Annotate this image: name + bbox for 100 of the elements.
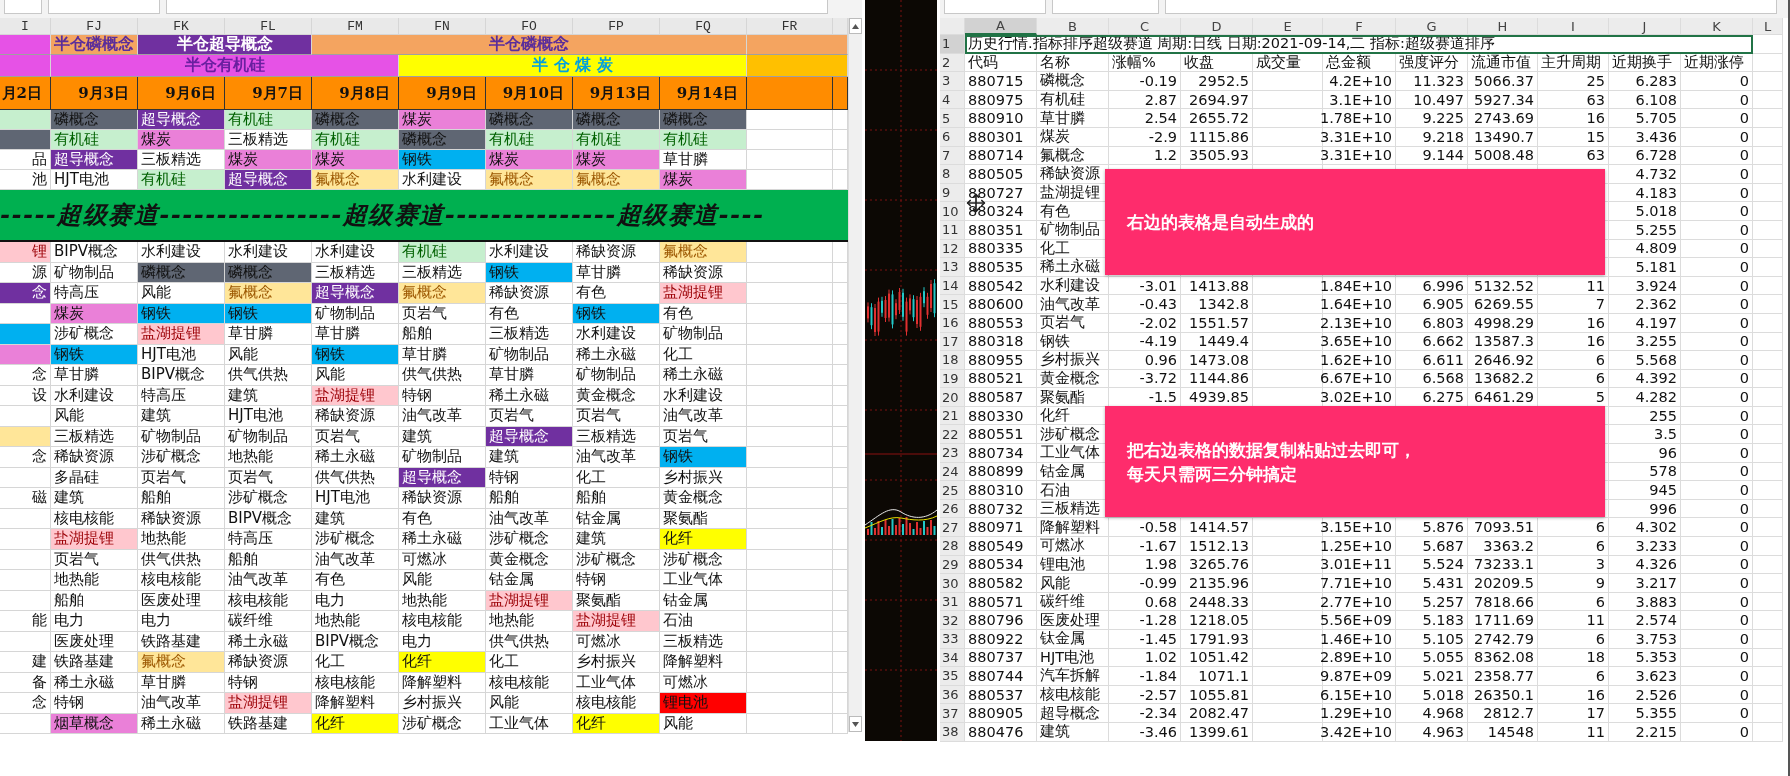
column-header[interactable]: F bbox=[1323, 18, 1396, 35]
table-cell: 5.257 bbox=[1396, 592, 1468, 612]
table-cell bbox=[1253, 574, 1323, 593]
table-cell: 2358.77 bbox=[1468, 667, 1538, 686]
table-cell bbox=[1753, 313, 1783, 333]
table-cell: 3.924 bbox=[1609, 276, 1681, 296]
column-header[interactable]: L bbox=[1753, 18, 1783, 35]
table-cell: 2.526 bbox=[1609, 685, 1681, 705]
table-cell bbox=[833, 77, 848, 110]
table-cell: 6.803 bbox=[1396, 313, 1468, 333]
table-cell: 乡村振兴 bbox=[573, 652, 660, 673]
column-header[interactable]: A bbox=[965, 18, 1037, 35]
table-cell: 2742.79 bbox=[1468, 630, 1538, 649]
column-header[interactable]: FO bbox=[486, 18, 573, 35]
table-cell: 特高压 bbox=[225, 529, 312, 550]
row-number: 5 bbox=[940, 109, 965, 128]
table-cell: 核电核能 bbox=[1037, 685, 1109, 705]
date-header-cell: 9月8日 bbox=[312, 77, 399, 110]
column-header[interactable]: FK bbox=[138, 18, 225, 35]
table-cell: 13490.7 bbox=[1468, 127, 1538, 147]
column-header[interactable]: FJ bbox=[51, 18, 138, 35]
table-cell: 5008.48 bbox=[1468, 146, 1538, 166]
column-header[interactable]: FL bbox=[225, 18, 312, 35]
table-cell bbox=[1753, 220, 1783, 240]
table-cell: -1.84 bbox=[1109, 667, 1181, 686]
column-header[interactable]: B bbox=[1037, 18, 1109, 35]
table-cell: 880737 bbox=[965, 648, 1037, 668]
table-cell: 核电核能 bbox=[138, 570, 225, 591]
table-cell: 核电核能 bbox=[486, 672, 573, 693]
table-cell: 5.183 bbox=[1396, 611, 1468, 630]
table-cell bbox=[0, 529, 51, 550]
table-cell: BIPV概念 bbox=[312, 631, 399, 652]
table-cell bbox=[1253, 667, 1323, 686]
scroll-down-button[interactable] bbox=[849, 716, 862, 732]
table-cell: 煤炭 bbox=[312, 150, 399, 170]
table-cell bbox=[0, 467, 51, 488]
table-cell: 6 bbox=[1538, 351, 1609, 370]
select-all-corner[interactable] bbox=[940, 18, 965, 35]
column-header[interactable]: H bbox=[1468, 18, 1538, 35]
table-cell: -0.43 bbox=[1109, 295, 1181, 314]
table-cell: 6.996 bbox=[1396, 276, 1468, 296]
column-header[interactable]: D bbox=[1181, 18, 1253, 35]
column-header[interactable]: K bbox=[1681, 18, 1753, 35]
table-cell: 超导概念 bbox=[486, 426, 573, 447]
table-cell: 2646.92 bbox=[1468, 351, 1538, 370]
table-cell: 降解塑料 bbox=[312, 693, 399, 714]
table-cell: 4.302 bbox=[1609, 518, 1681, 538]
vertical-scrollbar[interactable] bbox=[848, 18, 862, 732]
column-header[interactable]: FN bbox=[399, 18, 486, 35]
table-cell bbox=[833, 110, 848, 130]
formula-bar-field[interactable] bbox=[166, 0, 828, 14]
table-cell: 5.021 bbox=[1396, 667, 1468, 686]
table-cell bbox=[1253, 127, 1323, 147]
table-cell: 5.876 bbox=[1396, 518, 1468, 538]
name-box-field[interactable] bbox=[4, 0, 42, 14]
column-header[interactable]: I bbox=[1538, 18, 1609, 35]
column-header[interactable]: E bbox=[1253, 18, 1323, 35]
table-cell: 特钢 bbox=[573, 570, 660, 591]
name-box-field[interactable] bbox=[944, 0, 1046, 14]
toolbar-field[interactable] bbox=[1052, 0, 1159, 14]
table-cell: 1051.42 bbox=[1181, 648, 1253, 668]
table-cell bbox=[1753, 53, 1783, 73]
table-cell bbox=[833, 365, 848, 386]
row-number: 1 bbox=[940, 35, 965, 54]
table-cell: 医废处理 bbox=[51, 631, 138, 652]
column-header[interactable]: I bbox=[0, 18, 51, 35]
column-header[interactable]: J bbox=[1609, 18, 1681, 35]
column-header[interactable]: C bbox=[1109, 18, 1181, 35]
column-header[interactable]: FR bbox=[747, 18, 833, 35]
table-cell: 水利建设 bbox=[225, 242, 312, 263]
table-cell bbox=[1253, 722, 1323, 742]
table-cell bbox=[0, 590, 51, 611]
table-cell: 特钢 bbox=[399, 385, 486, 406]
toolbar-field[interactable] bbox=[48, 0, 160, 14]
table-cell: 化工 bbox=[573, 467, 660, 488]
table-cell: 3.42E+10 bbox=[1323, 722, 1396, 742]
table-cell: 880727 bbox=[965, 183, 1037, 203]
table-cell: 氟概念 bbox=[399, 283, 486, 304]
scroll-up-button[interactable] bbox=[849, 18, 862, 34]
table-cell: 996 bbox=[1609, 499, 1681, 519]
table-cell bbox=[1253, 146, 1323, 166]
table-cell bbox=[1753, 481, 1783, 500]
table-cell bbox=[1753, 537, 1783, 556]
table-cell: 水利建设 bbox=[486, 242, 573, 263]
table-cell: 6269.55 bbox=[1468, 295, 1538, 314]
formula-bar-field[interactable] bbox=[1165, 0, 1777, 14]
table-cell: 船舶 bbox=[486, 488, 573, 509]
table-cell: 矿物制品 bbox=[225, 426, 312, 447]
table-cell: 6.108 bbox=[1609, 90, 1681, 110]
row-number: 28 bbox=[940, 537, 965, 556]
column-header[interactable]: G bbox=[1396, 18, 1468, 35]
table-cell: 涉矿概念 bbox=[573, 549, 660, 570]
table-cell: 涉矿概念 bbox=[312, 529, 399, 550]
column-header[interactable]: FM bbox=[312, 18, 399, 35]
table-cell: 1551.57 bbox=[1181, 313, 1253, 333]
table-cell: 降解塑料 bbox=[660, 652, 747, 673]
column-header[interactable]: FQ bbox=[660, 18, 747, 35]
column-header[interactable]: FP bbox=[573, 18, 660, 35]
table-cell: 盐湖提锂 bbox=[573, 611, 660, 632]
table-cell: 0 bbox=[1681, 722, 1753, 742]
